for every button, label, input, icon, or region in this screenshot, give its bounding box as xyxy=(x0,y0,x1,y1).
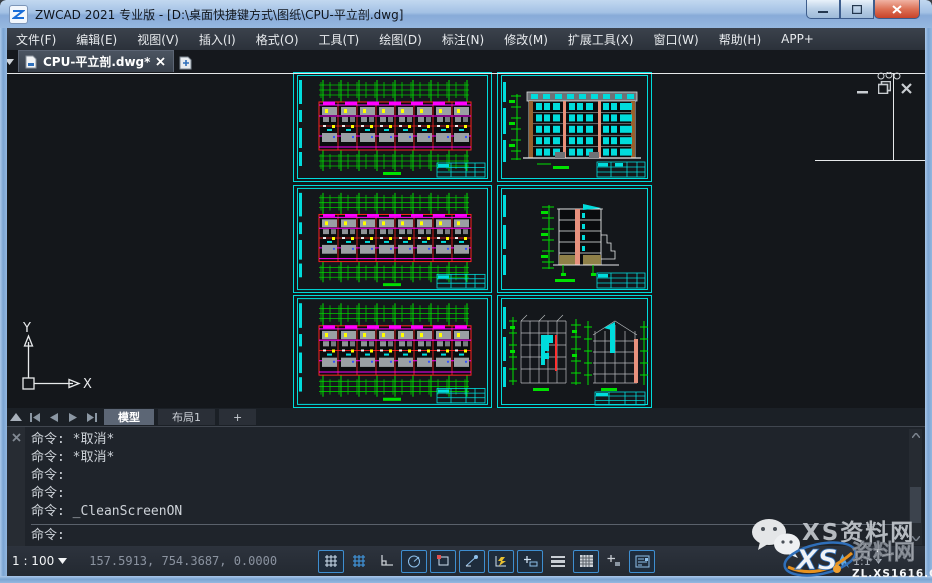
menu-modify[interactable]: 修改(M) xyxy=(494,29,558,50)
mdi-close-icon[interactable] xyxy=(899,81,914,94)
command-line: 命令: _CleanScreenON xyxy=(31,503,903,521)
svg-text:Y: Y xyxy=(22,321,31,336)
first-tab-icon[interactable] xyxy=(26,410,43,424)
command-line: 命令: xyxy=(31,485,903,503)
window-border-left xyxy=(0,28,7,576)
title-bar[interactable]: ZWCAD 2021 专业版 - [D:\桌面快捷键方式\图纸\CPU-平立剖.… xyxy=(0,0,932,29)
menu-dimension[interactable]: 标注(N) xyxy=(432,29,494,50)
document-tab-label: CPU-平立剖.dwg* xyxy=(43,53,150,70)
command-line: 命令: *取消* xyxy=(31,431,903,449)
annotation-dropdown-icon xyxy=(875,559,882,564)
polar-toggle-icon[interactable] xyxy=(401,550,427,573)
lineweight-toggle-icon[interactable] xyxy=(546,551,570,572)
last-tab-icon[interactable] xyxy=(83,410,100,424)
drawing-canvas[interactable]: Y X xyxy=(7,72,925,408)
viewport-scale-value: 1 : 100 xyxy=(12,554,54,568)
tab-close-icon[interactable] xyxy=(156,57,165,66)
status-bar: 1 : 100 157.5913, 754.3687, 0.0000 1:1 xyxy=(0,546,932,576)
layout-tab-bar: 模型 布局1 + xyxy=(7,408,925,426)
command-prompt[interactable]: 命令: xyxy=(31,527,903,545)
menu-app-plus[interactable]: APP+ xyxy=(771,30,824,48)
window-title: ZWCAD 2021 专业版 - [D:\桌面快捷键方式\图纸\CPU-平立剖.… xyxy=(35,6,403,23)
annotation-person-icon xyxy=(836,554,849,568)
menu-insert[interactable]: 插入(I) xyxy=(189,29,246,50)
next-tab-icon[interactable] xyxy=(64,410,81,424)
menu-express-tools[interactable]: 扩展工具(X) xyxy=(558,29,644,50)
tab-layout1[interactable]: 布局1 xyxy=(158,409,215,425)
menu-bar: 文件(F) 编辑(E) 视图(V) 插入(I) 格式(O) 工具(T) 绘图(D… xyxy=(0,28,932,50)
prev-tab-icon[interactable] xyxy=(45,410,62,424)
dwg-file-icon xyxy=(25,55,37,69)
grip-circles-icon xyxy=(877,72,903,80)
osnap-toggle-icon[interactable] xyxy=(430,550,456,573)
menu-draw[interactable]: 绘图(D) xyxy=(369,29,432,50)
tab-model[interactable]: 模型 xyxy=(104,409,154,425)
scroll-up-icon[interactable] xyxy=(909,429,922,442)
panel-floor-plan-1 xyxy=(293,72,492,182)
panel-front-elevation xyxy=(497,72,652,182)
mdi-minimize-icon[interactable] xyxy=(855,81,870,94)
crosshair-horizontal-line xyxy=(7,73,925,74)
document-tab-active[interactable]: CPU-平立剖.dwg* xyxy=(18,50,174,72)
ucs-icon: Y X xyxy=(11,320,93,406)
close-button[interactable] xyxy=(874,0,920,19)
scrollbar-thumb[interactable] xyxy=(910,487,921,523)
coordinates-readout: 157.5913, 754.3687, 0.0000 xyxy=(89,554,277,568)
window-border-bottom xyxy=(0,576,932,583)
mdi-window-controls xyxy=(855,81,914,94)
document-tab-bar: CPU-平立剖.dwg* xyxy=(0,50,932,72)
ortho-toggle-icon[interactable] xyxy=(374,551,398,572)
expand-tabs-icon[interactable] xyxy=(7,410,24,424)
menu-format[interactable]: 格式(O) xyxy=(246,29,309,50)
command-line: 命令: *取消* xyxy=(31,449,903,467)
panel-cross-section xyxy=(497,185,652,293)
command-separator xyxy=(31,524,903,525)
annotation-scale-value: 1:1 xyxy=(853,555,871,568)
panel-stair-sections xyxy=(497,295,652,408)
zwcad-window: ZWCAD 2021 专业版 - [D:\桌面快捷键方式\图纸\CPU-平立剖.… xyxy=(0,0,932,583)
window-border-right xyxy=(925,28,932,576)
grid-toggle-icon[interactable] xyxy=(347,551,371,572)
command-history: 命令: *取消* 命令: *取消* 命令: 命令: 命令: _CleanScre… xyxy=(31,431,903,545)
mdi-restore-icon[interactable] xyxy=(877,81,892,94)
new-tab-button[interactable] xyxy=(174,52,198,72)
viewport-scale-control[interactable]: 1 : 100 xyxy=(12,554,67,568)
scale-dropdown-icon xyxy=(58,558,67,564)
menu-view[interactable]: 视图(V) xyxy=(127,29,189,50)
tab-add-layout[interactable]: + xyxy=(219,409,256,425)
annotation-scale-control[interactable]: 1:1 xyxy=(836,554,882,568)
zwcad-logo-icon xyxy=(9,5,28,24)
command-scrollbar[interactable] xyxy=(909,429,922,545)
transparency-toggle-icon[interactable] xyxy=(573,550,599,573)
status-toggle-group xyxy=(318,550,655,573)
menu-tools[interactable]: 工具(T) xyxy=(309,29,370,50)
panel-floor-plan-2 xyxy=(293,185,492,293)
workspace-toggle-icon[interactable] xyxy=(629,550,655,573)
command-close-icon[interactable] xyxy=(12,433,21,442)
dynamic-ucs-toggle-icon[interactable] xyxy=(488,550,514,573)
menu-window[interactable]: 窗口(W) xyxy=(644,29,709,50)
otrack-toggle-icon[interactable] xyxy=(459,550,485,573)
command-window-strip xyxy=(7,427,25,547)
crosshair-horizontal-line-2 xyxy=(815,160,925,161)
panel-floor-plan-3 xyxy=(293,295,492,408)
restore-button[interactable] xyxy=(840,0,874,19)
menu-help[interactable]: 帮助(H) xyxy=(709,29,771,50)
menu-file[interactable]: 文件(F) xyxy=(6,29,66,50)
command-window[interactable]: 命令: *取消* 命令: *取消* 命令: 命令: 命令: _CleanScre… xyxy=(7,426,925,547)
menu-edit[interactable]: 编辑(E) xyxy=(66,29,127,50)
minimize-button[interactable] xyxy=(806,0,840,19)
snap-toggle-icon[interactable] xyxy=(318,550,344,573)
command-line: 命令: xyxy=(31,467,903,485)
scroll-down-icon[interactable] xyxy=(909,532,922,545)
dynamic-input-toggle-icon[interactable] xyxy=(517,550,543,573)
quick-properties-toggle-icon[interactable] xyxy=(602,551,626,572)
svg-text:X: X xyxy=(83,377,92,392)
